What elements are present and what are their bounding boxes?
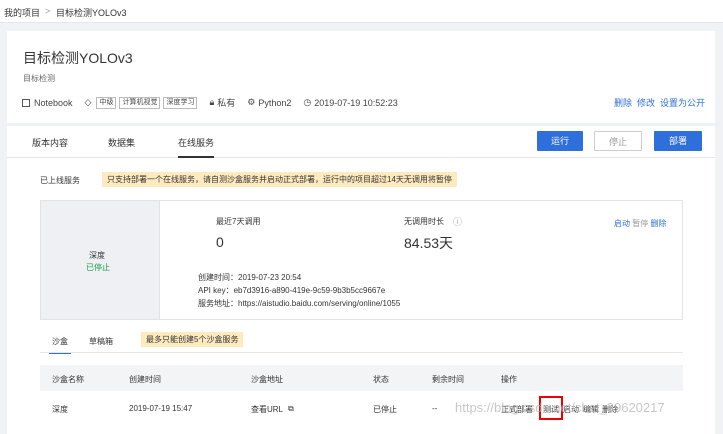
service-name: 深度 (89, 251, 105, 260)
tag: 深度学习 (163, 96, 198, 109)
breadcrumb-root[interactable]: 我的项目 (4, 6, 40, 19)
clock-icon: ◷ (303, 97, 312, 107)
sandbox-notice: 最多只能创建5个沙盒服务 (141, 332, 244, 347)
calls-value: 0 (216, 234, 224, 250)
service-address: 服务地址：https://aistudio.baidu.com/serving/… (198, 299, 401, 308)
delete-link[interactable]: 删除 (614, 96, 632, 109)
sandbox-remaining: -- (432, 404, 438, 413)
project-subtitle: 目标检测 (23, 74, 55, 83)
column-header: 沙盒名称 (52, 375, 84, 384)
service-actions: 启动 暂停 删除 (614, 218, 666, 229)
service-status: 已停止 (86, 263, 110, 272)
project-type: Notebook (34, 97, 73, 108)
project-meta: Notebook ◇ 中级 计算机视觉 深度学习 🔒︎ 私有 ⚙ Python2… (22, 96, 398, 109)
stop-button[interactable]: 停止 (594, 131, 642, 151)
idle-value: 84.53天 (404, 235, 454, 251)
edit-link[interactable]: 修改 (637, 96, 655, 109)
sandbox-name: 深度 (52, 405, 68, 414)
tab-dataset[interactable]: 数据集 (108, 136, 135, 149)
pause-link[interactable]: 暂停 (632, 219, 648, 228)
table-header: 沙盒名称 创建时间 沙盒地址 状态 剩余时间 操作 (40, 365, 683, 391)
help-icon: ⓘ (453, 217, 463, 227)
idle-label: 无调用时长 (404, 217, 444, 226)
breadcrumb: 我的项目 > 目标检测YOLOv3 (0, 0, 723, 23)
deploy-notice: 只支持部署一个在线服务，请自测沙盒服务并启动正式部署，运行中的项目超过14天无调… (102, 172, 457, 187)
copy-icon[interactable]: ⧉ (288, 404, 294, 414)
sandbox-status: 已停止 (373, 405, 397, 414)
tab-drafts[interactable]: 草稿箱 (89, 336, 113, 347)
tag-icon: ◇ (84, 97, 92, 107)
lock-icon: 🔒︎ (209, 97, 215, 107)
deployed-label: 已上线服务 (40, 176, 80, 185)
privacy-label: 私有 (217, 98, 236, 108)
run-button[interactable]: 运行 (537, 131, 583, 151)
tab-divider (7, 157, 715, 158)
project-header-card (7, 31, 715, 123)
breadcrumb-current: 目标检测YOLOv3 (56, 8, 127, 18)
tab-version-content[interactable]: 版本内容 (32, 136, 68, 149)
view-url-link[interactable]: 查看URL (251, 404, 283, 415)
tag: 中级 (96, 96, 117, 109)
sandbox-divider (40, 352, 683, 353)
service-created: 创建时间：2019-07-23 20:54 (198, 273, 302, 282)
column-header: 状态 (373, 375, 389, 384)
page-title: 目标检测YOLOv3 (23, 50, 133, 66)
project-datetime: 2019-07-19 10:52:23 (314, 97, 398, 108)
column-header: 沙盒地址 (251, 375, 283, 384)
deploy-button[interactable]: 部署 (654, 131, 702, 151)
notebook-icon (22, 98, 30, 107)
calls-label: 最近7天调用 (216, 217, 261, 226)
tag: 计算机视觉 (119, 96, 161, 109)
service-apikey: API key：eb7d3916-a890-419e-9c59-9b3b5cc9… (198, 286, 386, 295)
breadcrumb-separator: > (45, 6, 51, 16)
sandbox-created: 2019-07-19 15:47 (129, 404, 193, 413)
column-header: 剩余时间 (432, 375, 464, 384)
column-header: 操作 (501, 375, 517, 384)
delete-service-link[interactable]: 删除 (650, 219, 666, 228)
python-version: Python2 (258, 97, 292, 108)
python-icon: ⚙ (247, 97, 256, 107)
start-link[interactable]: 启动 (614, 219, 630, 228)
tab-online-service[interactable]: 在线服务 (178, 136, 215, 158)
make-public-link[interactable]: 设置为公开 (660, 96, 705, 109)
watermark: https://blog.csdn.net/chat_39620217 (455, 400, 665, 415)
project-actions: 删除 修改 设置为公开 (614, 96, 705, 109)
column-header: 创建时间 (129, 375, 161, 384)
